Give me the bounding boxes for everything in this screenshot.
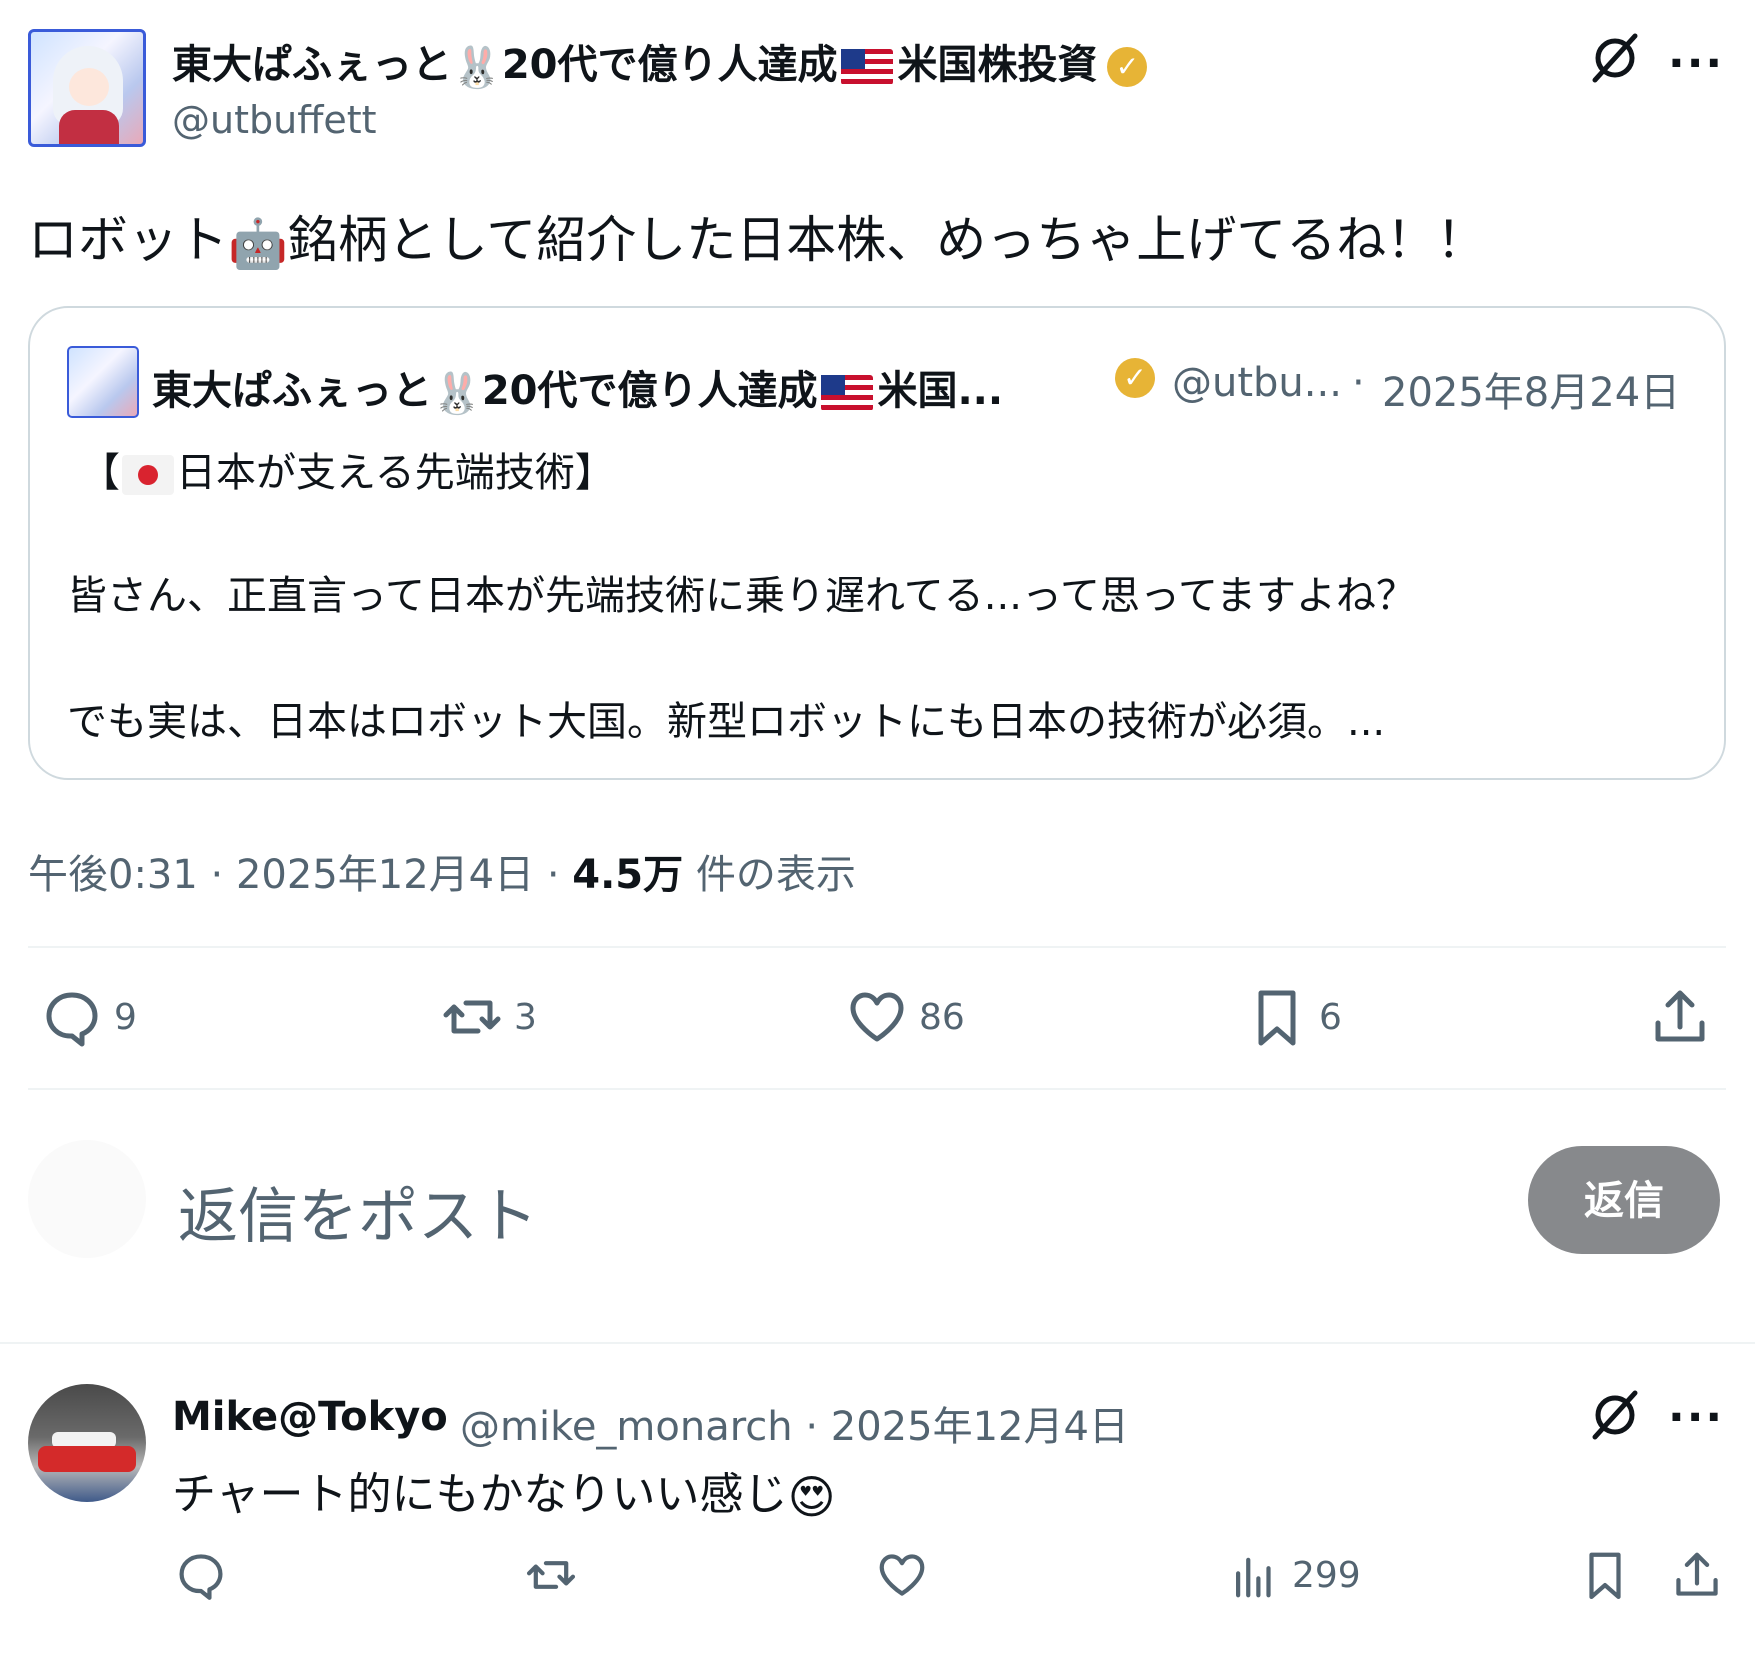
quoted-separator: ·: [1352, 360, 1365, 406]
quoted-author-avatar: [67, 346, 139, 418]
divider: [0, 1342, 1755, 1344]
reply-submit-button[interactable]: 返信: [1528, 1146, 1720, 1254]
reply-button[interactable]: 9: [40, 985, 137, 1049]
like-button[interactable]: 86: [845, 985, 965, 1049]
more-icon[interactable]: ···: [1668, 1392, 1724, 1443]
grok-icon[interactable]: [1585, 1385, 1645, 1445]
grok-icon[interactable]: [1585, 28, 1645, 88]
post-text-part2: 銘柄として紹介した日本株、めっちゃ上げてるね！！: [287, 211, 1487, 269]
author-name-part1: 東大ぱふぇっと: [172, 42, 452, 88]
reply-views-button[interactable]: 299: [1228, 1548, 1361, 1602]
current-user-avatar: [28, 1140, 146, 1258]
like-icon: [879, 1554, 925, 1596]
share-icon: [1655, 990, 1705, 1042]
reply-share-button[interactable]: [1670, 1548, 1724, 1602]
quoted-bracket: 【: [80, 450, 120, 496]
reply-text-body: チャート的にもかなりいい感じ: [172, 1469, 788, 1520]
view-count: 4.5万: [572, 852, 684, 898]
reply-author-avatar[interactable]: [28, 1384, 146, 1502]
view-count-label: 件の表示: [683, 852, 856, 898]
quoted-date: 2025年8月24日: [1382, 370, 1681, 416]
post-meta: 午後0:31 · 2025年12月4日 · 4.5万 件の表示: [28, 842, 856, 900]
quoted-heading: 日本が支える先端技術】: [176, 450, 615, 496]
heart-eyes-emoji-icon: 😍: [787, 1470, 836, 1524]
quoted-name-part1: 東大ぱふぇっと: [152, 368, 432, 414]
share-icon: [1676, 1552, 1718, 1596]
quoted-text-line1: 【 日本が支える先端技術】: [80, 440, 615, 498]
author-name-part2: 20代で億り人達成: [501, 42, 838, 88]
rabbit-emoji-icon: 🐰: [452, 44, 502, 91]
verified-badge-icon: ✓: [1115, 358, 1155, 398]
reply-reply-button[interactable]: [174, 1548, 228, 1602]
japan-flag-icon: [122, 455, 174, 495]
reply-repost-button[interactable]: [524, 1548, 578, 1602]
verified-badge-icon: ✓: [1107, 47, 1148, 87]
author-name[interactable]: 東大ぱふぇっと🐰20代で億り人達成 米国株投資 ✓: [172, 32, 1148, 91]
robot-emoji-icon: 🤖: [228, 216, 288, 272]
author-name-part3: 米国株投資: [897, 42, 1098, 88]
post-text-part1: ロボット: [28, 211, 228, 269]
reply-view-count: 299: [1292, 1554, 1361, 1596]
quoted-text-line2: 皆さん、正直言って日本が先端技術に乗り遅れてる...って思ってますよね？: [67, 573, 1416, 619]
bookmark-icon: [1258, 990, 1296, 1046]
quoted-name-part3: 米国...: [877, 368, 1004, 414]
reply-text: チャート的にもかなりいい感じ😍: [172, 1458, 836, 1524]
like-icon: [850, 992, 904, 1042]
divider: [28, 1088, 1726, 1090]
author-handle[interactable]: @utbuffett: [172, 98, 377, 142]
reply-author-handle-date[interactable]: @mike_monarch · 2025年12月4日: [460, 1394, 1129, 1452]
us-flag-icon: [841, 49, 894, 85]
post-text: ロボット🤖銘柄として紹介した日本株、めっちゃ上げてるね！！: [28, 200, 1486, 272]
repost-icon: [526, 1561, 576, 1589]
quoted-author-name: 東大ぱふぇっと🐰20代で億り人達成 米国...: [152, 358, 1003, 417]
repost-button[interactable]: 3: [440, 985, 537, 1049]
reply-like-button[interactable]: [875, 1548, 929, 1602]
more-icon[interactable]: ···: [1668, 38, 1724, 89]
reply-author-name[interactable]: Mike@Tokyo: [172, 1394, 448, 1440]
bookmark-icon: [1589, 1552, 1621, 1600]
rabbit-emoji-icon: 🐰: [432, 370, 482, 417]
bookmark-count: 6: [1319, 996, 1342, 1038]
share-button[interactable]: [1648, 985, 1712, 1049]
author-avatar[interactable]: [28, 29, 146, 147]
reply-count: 9: [114, 996, 137, 1038]
reply-icon: [179, 1554, 223, 1600]
quoted-name-part2: 20代で億り人達成: [481, 368, 818, 414]
post-timestamp[interactable]: 午後0:31 · 2025年12月4日 ·: [28, 852, 572, 898]
repost-count: 3: [514, 996, 537, 1038]
like-count: 86: [919, 996, 965, 1038]
quoted-handle: @utbu...: [1172, 360, 1342, 406]
views-icon: [1236, 1557, 1271, 1598]
us-flag-icon: [821, 375, 874, 411]
reply-input[interactable]: 返信をポスト: [178, 1168, 538, 1255]
quoted-text-line3: でも実は、日本はロボット大国。新型ロボットにも日本の技術が必須。...: [67, 699, 1386, 745]
reply-icon: [46, 992, 98, 1047]
bookmark-button[interactable]: 6: [1245, 985, 1342, 1049]
repost-icon: [443, 1000, 501, 1034]
divider: [28, 946, 1726, 948]
reply-bookmark-button[interactable]: [1578, 1548, 1632, 1602]
